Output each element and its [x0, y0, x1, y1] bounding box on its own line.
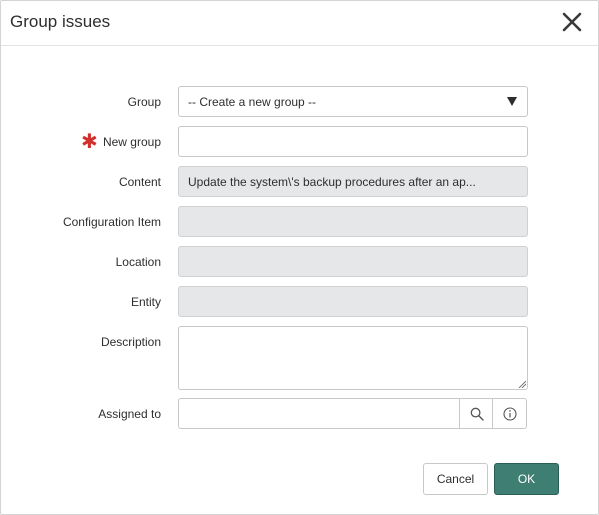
new-group-label-wrap: ✱ New group	[81, 132, 161, 152]
close-icon[interactable]	[560, 10, 584, 34]
location-label: Location	[115, 255, 161, 269]
cancel-button[interactable]: Cancel	[423, 463, 488, 495]
location-field	[178, 246, 528, 277]
group-select[interactable]: -- Create a new group --	[178, 86, 528, 117]
entity-label: Entity	[130, 295, 161, 309]
description-textarea[interactable]	[178, 326, 528, 390]
configuration-item-field	[178, 206, 528, 237]
configuration-item-label: Configuration Item	[62, 215, 161, 229]
search-icon	[470, 407, 484, 421]
chevron-down-icon	[507, 97, 517, 106]
group-select-value: -- Create a new group --	[188, 95, 317, 109]
group-issues-dialog: Group issues Group -- Create a new group…	[0, 0, 599, 515]
assigned-to-input[interactable]	[178, 398, 460, 429]
info-icon	[503, 407, 517, 421]
new-group-input[interactable]	[178, 126, 528, 157]
required-marker: ✱	[80, 131, 98, 153]
description-label: Description	[100, 335, 161, 349]
assigned-to-label: Assigned to	[98, 407, 161, 421]
ok-button[interactable]: OK	[494, 463, 559, 495]
content-value: Update the system\'s backup procedures a…	[188, 175, 476, 189]
group-label: Group	[127, 95, 161, 109]
entity-field	[178, 286, 528, 317]
content-label: Content	[118, 175, 161, 189]
content-field: Update the system\'s backup procedures a…	[178, 166, 528, 197]
dialog-header: Group issues	[1, 1, 598, 46]
dialog-title: Group issues	[10, 12, 111, 31]
resize-grip-icon[interactable]	[518, 380, 526, 388]
assigned-to-info-button[interactable]	[493, 398, 527, 429]
assigned-to-search-button[interactable]	[459, 398, 493, 429]
new-group-label: New group	[102, 135, 161, 149]
